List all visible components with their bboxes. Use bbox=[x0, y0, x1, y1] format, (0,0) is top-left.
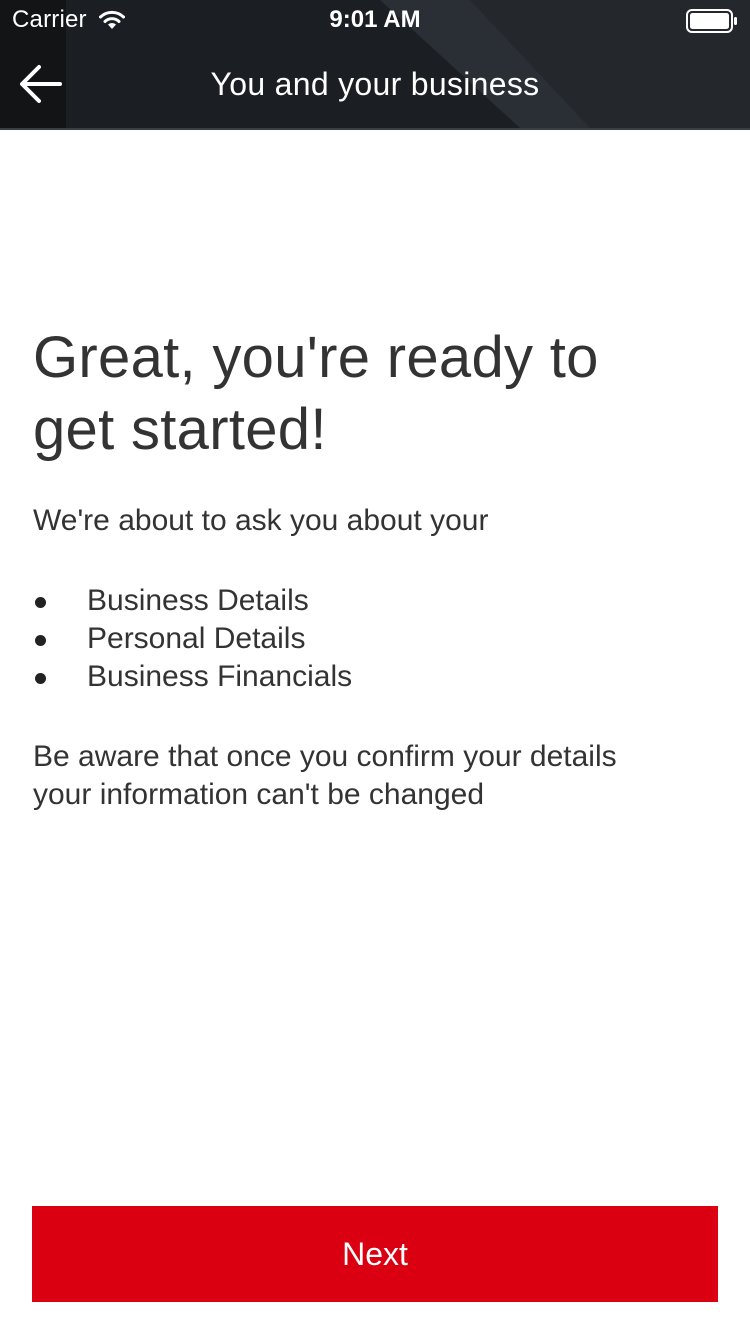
bullet-icon bbox=[35, 673, 46, 684]
app-screen: Carrier 9:01 AM You and your business Gr… bbox=[0, 0, 750, 1334]
headline-line-1: Great, you're ready to bbox=[33, 325, 599, 390]
warning-text: Be aware that once you confirm your deta… bbox=[33, 738, 723, 814]
status-time: 9:01 AM bbox=[329, 6, 421, 33]
list-item: Business Details bbox=[33, 582, 723, 620]
battery-icon bbox=[686, 9, 737, 33]
list-item-label: Business Details bbox=[87, 584, 309, 617]
warning-line-1: Be aware that once you confirm your deta… bbox=[33, 740, 617, 773]
bullet-icon bbox=[35, 597, 46, 608]
bullet-icon bbox=[35, 635, 46, 646]
list-item-label: Personal Details bbox=[87, 622, 306, 655]
status-bar: Carrier 9:01 AM bbox=[0, 0, 750, 40]
list-item-label: Business Financials bbox=[87, 660, 353, 693]
next-button[interactable]: Next bbox=[32, 1206, 718, 1302]
arrow-left-icon bbox=[20, 65, 62, 103]
list-item: Business Financials bbox=[33, 658, 723, 696]
page-title: You and your business bbox=[210, 66, 540, 102]
back-button[interactable] bbox=[0, 40, 80, 128]
topic-list: Business Details Personal Details Busine… bbox=[33, 582, 723, 696]
intro-text: We're about to ask you about your bbox=[33, 504, 489, 537]
header: Carrier 9:01 AM You and your business bbox=[0, 0, 750, 130]
headline-line-2: get started! bbox=[33, 397, 327, 462]
warning-line-2: your information can't be changed bbox=[33, 778, 485, 811]
headline: Great, you're ready to get started! bbox=[33, 322, 723, 466]
list-item: Personal Details bbox=[33, 620, 723, 658]
main-content: Great, you're ready to get started! We'r… bbox=[33, 322, 723, 814]
nav-bar: You and your business bbox=[0, 40, 750, 128]
